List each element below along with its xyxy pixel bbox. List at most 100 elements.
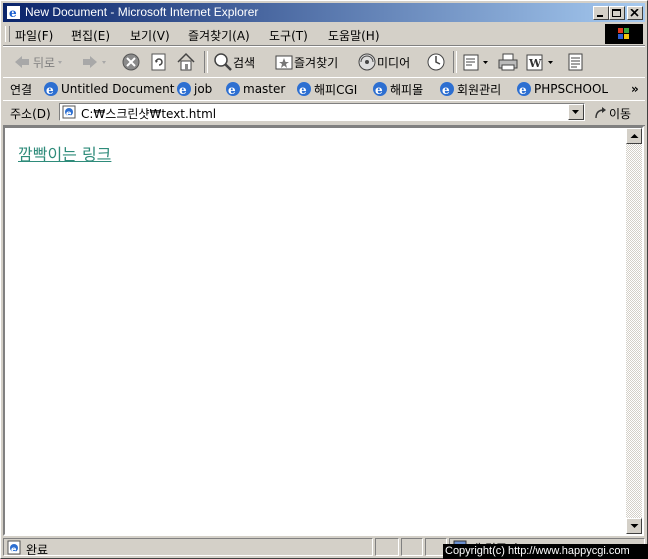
blinking-link[interactable]: 깜빡이는 링크: [18, 141, 111, 165]
scroll-up-button[interactable]: [626, 128, 642, 144]
back-dropdown-icon: [58, 61, 63, 64]
edit-button[interactable]: W: [525, 51, 555, 73]
menu-file[interactable]: 파일(F): [15, 27, 53, 44]
svg-text:e: e: [299, 83, 307, 97]
links-more-chevron-icon[interactable]: »: [631, 81, 639, 97]
status-pane-main: e 완료: [3, 538, 373, 557]
windows-logo-icon: [618, 28, 629, 39]
address-value: C:₩스크린샷₩text.html: [81, 107, 217, 121]
favorites-label: 즐겨찾기: [294, 55, 339, 70]
favorites-icon: [275, 55, 293, 70]
arrow-down-icon: [630, 524, 639, 528]
link-happymall[interactable]: e 해피몰: [372, 81, 423, 97]
link-label: job: [194, 82, 213, 96]
close-icon: [630, 9, 639, 17]
chevron-down-icon: [572, 110, 579, 114]
ie-page-icon: e: [44, 82, 58, 97]
toolbar-separator: [204, 51, 208, 73]
link-untitled-document[interactable]: e Untitled Document: [43, 81, 174, 97]
refresh-button[interactable]: [150, 51, 168, 73]
address-dropdown-button[interactable]: [568, 104, 584, 120]
menu-grip[interactable]: [5, 26, 10, 42]
link-label: PHPSCHOOL: [534, 82, 609, 96]
history-button[interactable]: [425, 51, 447, 73]
ie-page-icon: e: [177, 82, 191, 97]
menu-bar: 파일(F) 편집(E) 보기(V) 즐겨찾기(A) 도구(T) 도움말(H): [3, 23, 645, 46]
ie-page-icon: e: [226, 82, 240, 97]
vertical-scrollbar[interactable]: [626, 128, 642, 534]
copyright-overlay: Copyright(c) http://www.happycgi.com: [443, 544, 648, 559]
link-label: master: [243, 82, 286, 96]
media-label: 미디어: [377, 55, 411, 70]
refresh-icon: [151, 53, 166, 71]
address-label: 주소(D): [10, 107, 51, 121]
toolbar-separator: [453, 51, 457, 73]
stop-icon: [122, 53, 140, 71]
print-button[interactable]: [497, 51, 519, 73]
search-button[interactable]: 검색: [213, 51, 255, 73]
link-happycgi[interactable]: e 해피CGI: [296, 81, 357, 97]
link-job[interactable]: e job: [176, 81, 212, 97]
media-button[interactable]: 미디어: [357, 51, 410, 73]
go-arrow-icon: [595, 107, 606, 119]
favorites-button[interactable]: 즐겨찾기: [274, 51, 338, 73]
close-button[interactable]: [627, 6, 643, 20]
status-text: 완료: [26, 543, 49, 557]
standard-toolbar: 뒤로 검색 즐겨찾기 미디어 W: [3, 46, 645, 78]
minimize-button[interactable]: [593, 6, 609, 20]
forward-dropdown-icon: [102, 61, 106, 64]
go-label: 이동: [609, 106, 632, 121]
print-icon: [498, 53, 518, 71]
status-pane: [375, 538, 399, 556]
mail-icon: [463, 54, 479, 71]
links-label: 연결: [10, 82, 33, 97]
svg-text:e: e: [179, 83, 187, 97]
link-member-admin[interactable]: e 회원관리: [439, 81, 501, 97]
discuss-icon: [568, 53, 583, 71]
go-button[interactable]: 이동: [593, 104, 631, 122]
status-pane: [401, 538, 423, 556]
menu-edit[interactable]: 편집(E): [71, 27, 110, 44]
maximize-button[interactable]: [609, 6, 625, 20]
edit-dropdown-icon: [548, 61, 553, 64]
svg-text:e: e: [442, 83, 450, 97]
page-body: 깜빡이는 링크: [5, 128, 626, 534]
svg-text:e: e: [46, 83, 54, 97]
maximize-icon: [612, 9, 621, 17]
title-bar[interactable]: e New Document - Microsoft Internet Expl…: [3, 3, 645, 22]
back-label: 뒤로: [33, 55, 56, 70]
menu-favorites[interactable]: 즐겨찾기(A): [188, 27, 250, 44]
back-button[interactable]: 뒤로: [13, 51, 65, 73]
menu-help[interactable]: 도움말(H): [328, 27, 380, 44]
address-input[interactable]: e C:₩스크린샷₩text.html: [59, 103, 585, 121]
search-label: 검색: [233, 55, 256, 70]
ie-page-icon: e: [297, 82, 311, 97]
forward-arrow-icon: [83, 56, 97, 68]
link-label: Untitled Document: [61, 82, 175, 96]
stop-button[interactable]: [121, 51, 141, 73]
history-icon: [427, 53, 445, 71]
svg-text:e: e: [228, 83, 236, 97]
home-button[interactable]: [176, 51, 196, 73]
discuss-button[interactable]: [566, 51, 586, 73]
link-label: 해피몰: [390, 82, 424, 97]
forward-button[interactable]: [81, 51, 109, 73]
menu-tools[interactable]: 도구(T): [269, 27, 308, 44]
arrow-up-icon: [630, 134, 639, 138]
link-label: 회원관리: [457, 82, 502, 97]
mail-button[interactable]: [462, 51, 490, 73]
page-icon: e: [62, 105, 76, 119]
ie-page-icon: e: [373, 82, 387, 97]
window-title: New Document - Microsoft Internet Explor…: [25, 5, 259, 19]
ie-icon: e: [7, 6, 20, 20]
scroll-down-button[interactable]: [626, 518, 642, 534]
browser-window: e New Document - Microsoft Internet Expl…: [0, 0, 648, 559]
svg-text:e: e: [9, 6, 17, 20]
address-bar: 주소(D) e C:₩스크린샷₩text.html 이동: [3, 100, 645, 126]
link-phpschool[interactable]: e PHPSCHOOL: [516, 81, 608, 97]
menu-view[interactable]: 보기(V): [130, 27, 170, 44]
links-bar: 연결 e Untitled Document e job e master e …: [3, 77, 645, 101]
home-icon: [177, 52, 195, 71]
link-label: 해피CGI: [314, 82, 358, 97]
link-master[interactable]: e master: [225, 81, 285, 97]
